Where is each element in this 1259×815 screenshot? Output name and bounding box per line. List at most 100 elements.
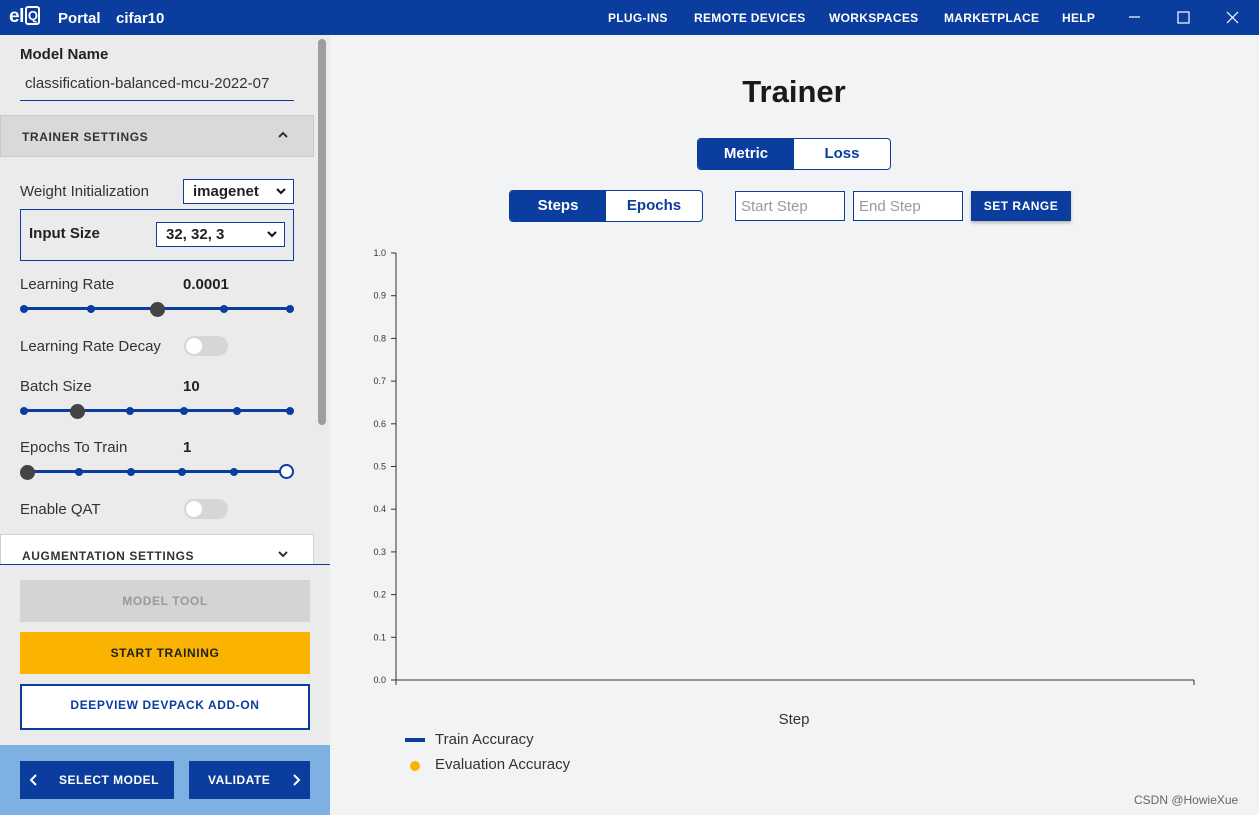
chevron-left-icon bbox=[29, 774, 37, 786]
slider-track bbox=[24, 409, 290, 412]
augmentation-settings-header[interactable]: AUGMENTATION SETTINGS bbox=[0, 534, 314, 565]
close-button[interactable] bbox=[1221, 6, 1243, 28]
accuracy-chart: 0.0 0.1 0.2 0.3 0.4 0.5 0.6 0.7 0.8 0.9 1.0 Step bbox=[373, 248, 1195, 728]
learning-rate-decay-label: Learning Rate Decay bbox=[20, 338, 161, 355]
tab-loss[interactable]: Loss bbox=[794, 139, 890, 169]
y-tick-label: 0.8 bbox=[373, 333, 386, 343]
y-tick-label: 0.2 bbox=[373, 590, 386, 600]
weight-init-value: imagenet bbox=[193, 183, 259, 200]
slider-stop bbox=[20, 305, 28, 313]
batch-size-label: Batch Size bbox=[20, 378, 92, 395]
y-tick-label: 0.7 bbox=[373, 376, 386, 386]
learning-rate-decay-toggle[interactable] bbox=[184, 336, 228, 356]
sidebar-scrollbar[interactable] bbox=[318, 39, 326, 425]
input-size-label: Input Size bbox=[29, 225, 100, 242]
learning-rate-label: Learning Rate bbox=[20, 276, 115, 293]
chevron-up-icon bbox=[278, 131, 288, 138]
trainer-settings-header[interactable]: TRAINER SETTINGS bbox=[0, 115, 314, 157]
settings-panel: Model Name classification-balanced-mcu-2… bbox=[0, 35, 314, 565]
nav-remote-devices[interactable]: REMOTE DEVICES bbox=[694, 11, 806, 25]
project-name: cifar10 bbox=[116, 10, 165, 27]
minimize-icon bbox=[1129, 16, 1140, 18]
tab-metric[interactable]: Metric bbox=[698, 139, 794, 169]
y-tick-label: 0.4 bbox=[373, 504, 386, 514]
watermark: CSDN @HowieXue bbox=[1134, 793, 1239, 807]
deepview-devpack-button[interactable]: DEEPVIEW DEVPACK ADD-ON bbox=[20, 684, 310, 730]
slider-stop bbox=[232, 407, 241, 415]
slider-stop bbox=[74, 468, 83, 476]
slider-thumb[interactable] bbox=[20, 465, 35, 480]
slider-stop bbox=[286, 407, 294, 415]
epochs-value: 1 bbox=[183, 439, 192, 456]
slider-stop bbox=[286, 305, 294, 313]
minimize-button[interactable] bbox=[1123, 6, 1145, 28]
y-tick-label: 0.1 bbox=[373, 632, 386, 642]
tab-epochs[interactable]: Epochs bbox=[606, 191, 702, 221]
input-size-select[interactable]: 32, 32, 3 bbox=[156, 222, 285, 247]
x-axis-label: Step bbox=[779, 711, 810, 728]
sidebar: Model Name classification-balanced-mcu-2… bbox=[0, 35, 330, 815]
select-model-button[interactable]: SELECT MODEL bbox=[20, 761, 174, 799]
epochs-slider[interactable] bbox=[20, 464, 294, 480]
slider-thumb[interactable] bbox=[70, 404, 86, 419]
top-bar: el Q Portal cifar10 PLUG-INS REMOTE DEVIC… bbox=[0, 0, 1259, 35]
toggle-thumb bbox=[186, 501, 202, 517]
validate-label: VALIDATE bbox=[208, 773, 271, 787]
tab-steps[interactable]: Steps bbox=[510, 191, 606, 221]
nav-marketplace[interactable]: MARKETPLACE bbox=[944, 11, 1039, 25]
chevron-down-icon bbox=[267, 231, 277, 238]
y-tick-label: 0.0 bbox=[373, 675, 386, 685]
epochs-label: Epochs To Train bbox=[20, 439, 128, 456]
slider-stop bbox=[178, 468, 187, 476]
augmentation-settings-label: AUGMENTATION SETTINGS bbox=[22, 549, 195, 563]
app-logo[interactable]: el Q bbox=[9, 6, 41, 28]
nav-help[interactable]: HELP bbox=[1062, 11, 1095, 25]
nav-workspaces[interactable]: WORKSPACES bbox=[829, 11, 918, 25]
slider-track bbox=[27, 470, 286, 473]
maximize-button[interactable] bbox=[1172, 6, 1194, 28]
slider-stop bbox=[219, 305, 228, 313]
input-size-value: 32, 32, 3 bbox=[166, 226, 225, 243]
slider-stop bbox=[126, 468, 135, 476]
slider-stop bbox=[179, 407, 188, 415]
start-training-button[interactable]: START TRAINING bbox=[20, 632, 310, 674]
slider-stop bbox=[126, 407, 135, 415]
y-tick-label: 0.6 bbox=[373, 419, 386, 429]
sidebar-footer: SELECT MODEL VALIDATE bbox=[0, 745, 330, 815]
y-tick-label: 1.0 bbox=[373, 248, 386, 258]
slider-stop bbox=[86, 305, 95, 313]
chevron-right-icon bbox=[293, 774, 301, 786]
model-name-input[interactable]: classification-balanced-mcu-2022-07 bbox=[20, 71, 294, 101]
legend-eval-label: Evaluation Accuracy bbox=[435, 756, 571, 773]
legend-train-label: Train Accuracy bbox=[435, 731, 534, 748]
model-name-label: Model Name bbox=[20, 46, 109, 63]
slider-stop bbox=[279, 464, 294, 479]
validate-button[interactable]: VALIDATE bbox=[189, 761, 310, 799]
learning-rate-slider[interactable] bbox=[20, 301, 294, 317]
y-tick-label: 0.5 bbox=[373, 462, 386, 472]
learning-rate-value: 0.0001 bbox=[183, 276, 229, 293]
end-step-input[interactable]: End Step bbox=[853, 191, 963, 221]
input-size-group: Input Size 32, 32, 3 bbox=[20, 209, 294, 261]
nav-plug-ins[interactable]: PLUG-INS bbox=[608, 11, 668, 25]
enable-qat-label: Enable QAT bbox=[20, 501, 101, 518]
slider-thumb[interactable] bbox=[150, 302, 165, 317]
set-range-button[interactable]: SET RANGE bbox=[971, 191, 1071, 221]
steps-epochs-toggle: Steps Epochs bbox=[509, 190, 703, 222]
enable-qat-toggle[interactable] bbox=[184, 499, 228, 519]
legend-dot-swatch bbox=[410, 761, 420, 771]
start-step-input[interactable]: Start Step bbox=[735, 191, 845, 221]
batch-size-value: 10 bbox=[183, 378, 200, 395]
batch-size-slider[interactable] bbox=[20, 403, 294, 419]
select-model-label: SELECT MODEL bbox=[59, 773, 160, 787]
chevron-down-icon bbox=[276, 188, 286, 195]
slider-stop bbox=[230, 468, 239, 476]
chevron-down-icon bbox=[278, 551, 288, 558]
toggle-thumb bbox=[186, 338, 202, 354]
model-tool-button[interactable]: MODEL TOOL bbox=[20, 580, 310, 622]
weight-init-select[interactable]: imagenet bbox=[183, 179, 294, 204]
y-tick-label: 0.3 bbox=[373, 547, 386, 557]
weight-init-label: Weight Initialization bbox=[20, 183, 149, 200]
close-icon bbox=[1226, 11, 1239, 24]
legend-line-swatch bbox=[405, 738, 425, 742]
